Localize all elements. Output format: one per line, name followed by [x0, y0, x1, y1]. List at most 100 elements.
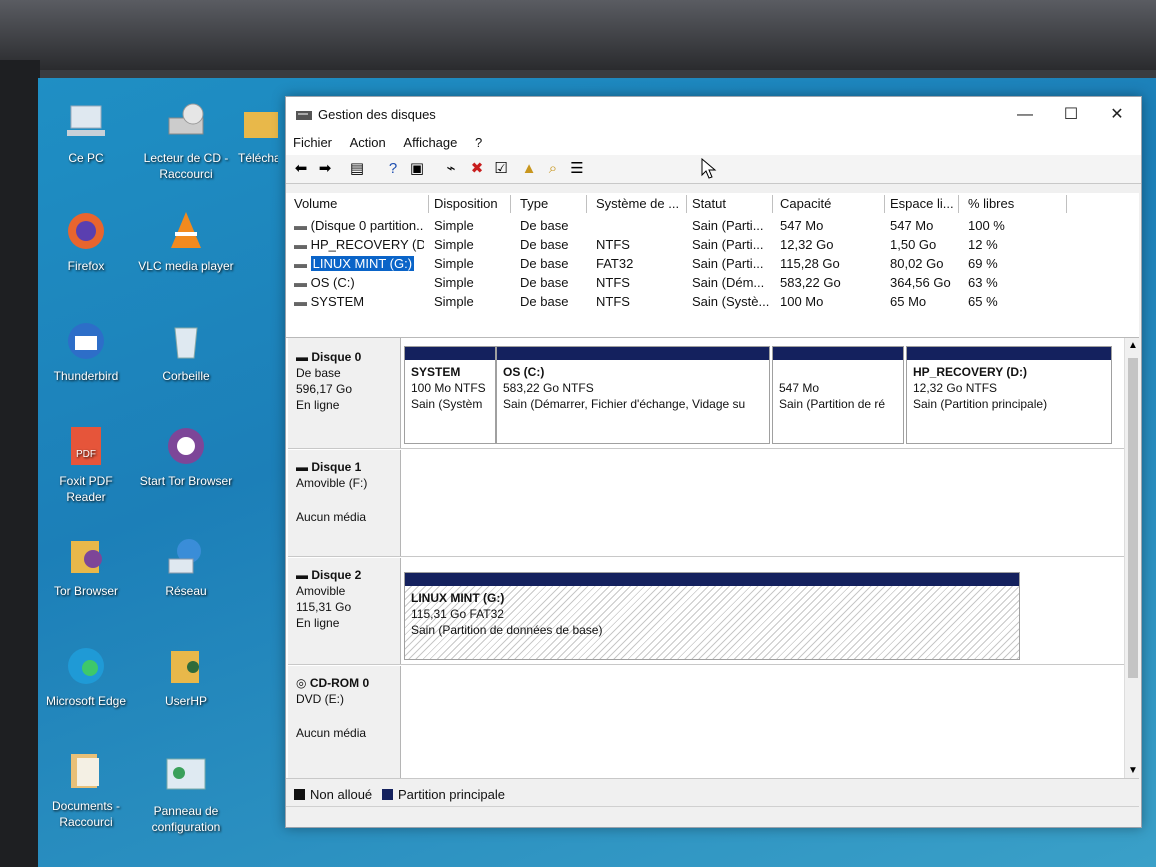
- search-folder-icon[interactable]: ⌕: [544, 160, 562, 178]
- volume-cell: 65 %: [968, 294, 998, 309]
- partition-bar: [497, 347, 769, 360]
- column-header-capacity[interactable]: Capacité: [776, 195, 885, 213]
- disk-management-window: Gestion des disques — ☐ ✕ Fichier Action…: [285, 96, 1142, 828]
- desktop-icon-foxit[interactable]: PDF Foxit PDF Reader: [38, 423, 134, 505]
- desktop-icon-tor-browser[interactable]: Tor Browser: [38, 533, 134, 599]
- column-header-volume[interactable]: Volume: [290, 195, 429, 213]
- volume-cell: 547 Mo: [890, 218, 934, 233]
- volume-row[interactable]: ▬ HP_RECOVERY (D:) Simple De base NTFS Sain …: [286, 235, 1139, 254]
- scroll-down-icon[interactable]: ▼: [1128, 765, 1138, 776]
- console-tree-icon[interactable]: ▤: [348, 160, 366, 178]
- volume-row[interactable]: ▬ (Disque 0 partition... Simple De base Sai…: [286, 216, 1139, 235]
- disk-0-label[interactable]: ▬ Disque 0 De base 596,17 Go En ligne: [288, 338, 401, 448]
- desktop-icon-edge[interactable]: Microsoft Edge: [38, 643, 134, 709]
- partition-status: Sain (Partition de ré: [779, 397, 886, 411]
- partition-os[interactable]: OS (C:) 583,22 Go NTFS Sain (Démarrer, F…: [496, 346, 770, 444]
- volume-cell: 547 Mo: [780, 218, 824, 233]
- title-bar[interactable]: Gestion des disques — ☐ ✕: [286, 97, 1141, 133]
- volume-cell: 65 Mo: [890, 294, 927, 309]
- column-header-disposition[interactable]: Disposition: [430, 195, 511, 213]
- menu-affichage[interactable]: Affichage: [396, 133, 464, 152]
- disk-type: DVD (E:): [296, 692, 344, 706]
- disk-size: 596,17 Go: [296, 382, 353, 396]
- cdrom-0-label[interactable]: ◎ CD-ROM 0 DVD (E:) Aucun média: [288, 666, 401, 778]
- help-icon[interactable]: ?: [384, 160, 402, 178]
- disk-1-label[interactable]: ▬ Disque 1 Amovible (F:) Aucun média: [288, 450, 401, 556]
- connect-icon[interactable]: ⌁: [442, 160, 460, 178]
- menu-fichier[interactable]: Fichier: [286, 133, 339, 152]
- window-title: Gestion des disques: [318, 107, 436, 122]
- legend-swatch: [382, 789, 393, 800]
- volume-name: ▬ OS (C:): [294, 273, 424, 292]
- thunderbird-icon: [68, 323, 104, 359]
- disk-2-label[interactable]: ▬ Disque 2 Amovible 115,31 Go En ligne: [288, 558, 401, 664]
- desktop-icon-label: Tor Browser: [53, 584, 118, 598]
- desktop-icon-firefox[interactable]: Firefox: [38, 208, 134, 274]
- minimize-button[interactable]: —: [1005, 103, 1045, 127]
- edge-icon: [68, 648, 104, 684]
- desktop-icon-recycle-bin[interactable]: Corbeille: [138, 318, 234, 384]
- desktop-icon-vlc[interactable]: VLC media player: [138, 208, 234, 274]
- cdrom-0-row: ◎ CD-ROM 0 DVD (E:) Aucun média: [288, 666, 1138, 778]
- partition-size: 115,31 Go FAT32: [411, 607, 504, 621]
- scroll-thumb[interactable]: [1128, 358, 1138, 678]
- vertical-scrollbar[interactable]: ▲ ▼: [1124, 338, 1141, 778]
- desktop-icon-documents[interactable]: Documents - Raccourci: [38, 748, 134, 830]
- volume-cell: De base: [520, 294, 569, 309]
- volume-cell: Sain (Parti...: [692, 237, 764, 252]
- desktop-icon-network[interactable]: Réseau: [138, 533, 234, 599]
- desktop-icon-start-tor[interactable]: Start Tor Browser: [138, 423, 234, 489]
- volume-cell: 12,32 Go: [780, 237, 834, 252]
- volume-cell: 63 %: [968, 275, 998, 290]
- desktop-icon-label: UserHP: [164, 694, 207, 708]
- menu-action[interactable]: Action: [343, 133, 393, 152]
- desktop-icon-this-pc[interactable]: Ce PC: [38, 100, 134, 166]
- disk-status: En ligne: [296, 616, 340, 630]
- volume-cell: Sain (Dém...: [692, 275, 765, 290]
- desktop-icon-label: Ce PC: [68, 151, 104, 165]
- desktop-icon-control-panel[interactable]: Panneau de configuration: [138, 753, 234, 835]
- volume-cell: 115,28 Go: [780, 256, 840, 271]
- desktop: Ce PC Lecteur de CD - Raccourci Téléchar…: [38, 78, 1156, 867]
- desktop-icon-label: Réseau: [165, 584, 207, 598]
- properties-icon[interactable]: ☑: [492, 160, 510, 178]
- partition-name: HP_RECOVERY (D:): [913, 365, 1028, 379]
- partition-unnamed[interactable]: 547 Mo Sain (Partition de ré: [772, 346, 904, 444]
- desktop-icon-cd-drive[interactable]: Lecteur de CD - Raccourci: [138, 100, 234, 182]
- column-header-filesystem[interactable]: Système de ...: [592, 195, 687, 213]
- menu-help[interactable]: ?: [468, 133, 489, 152]
- list-icon[interactable]: ☰: [568, 160, 586, 178]
- back-arrow-icon[interactable]: ⬅: [292, 160, 310, 178]
- forward-arrow-icon[interactable]: ➡: [316, 160, 334, 178]
- desktop-icon-downloads[interactable]: Téléchar: [238, 100, 278, 166]
- volume-drive-icon: ▬: [294, 256, 311, 271]
- network-icon: [168, 539, 201, 574]
- view-icon[interactable]: ▣: [408, 160, 426, 178]
- desktop-icon-thunderbird[interactable]: Thunderbird: [38, 318, 134, 384]
- volume-row[interactable]: ▬ SYSTEM Simple De base NTFS Sain (Systè... 1…: [286, 292, 1139, 311]
- desktop-icon-label: Thunderbird: [53, 369, 119, 383]
- column-header-free-space[interactable]: Espace li...: [886, 195, 959, 213]
- delete-icon[interactable]: ✖: [468, 160, 486, 178]
- volume-cell: FAT32: [596, 256, 634, 271]
- partition-size: 583,22 Go NTFS: [503, 381, 594, 395]
- volume-name: ▬ HP_RECOVERY (D:): [294, 235, 424, 254]
- volume-row[interactable]: ▬ LINUX MINT (G:) Simple De base FAT32 Sain …: [286, 254, 1139, 273]
- volume-row[interactable]: ▬ OS (C:) Simple De base NTFS Sain (Dém... 58…: [286, 273, 1139, 292]
- desktop-icon-userhp[interactable]: UserHP: [138, 643, 234, 709]
- column-header-percent-free[interactable]: % libres: [964, 195, 1067, 213]
- volume-cell: De base: [520, 237, 569, 252]
- tor-icon: [168, 428, 204, 464]
- legend-primary-partition: Partition principale: [382, 787, 505, 802]
- column-header-status[interactable]: Statut: [688, 195, 773, 213]
- close-button[interactable]: ✕: [1097, 103, 1137, 127]
- partition-system[interactable]: SYSTEM 100 Mo NTFS Sain (Systèm: [404, 346, 496, 444]
- partition-linux-mint[interactable]: LINUX MINT (G:) 115,31 Go FAT32 Sain (Pa…: [404, 572, 1020, 660]
- folder-up-icon[interactable]: ▲: [520, 160, 538, 178]
- column-header-type[interactable]: Type: [516, 195, 587, 213]
- maximize-button[interactable]: ☐: [1051, 103, 1091, 127]
- volume-drive-icon: ▬: [294, 218, 311, 233]
- partition-hp-recovery[interactable]: HP_RECOVERY (D:) 12,32 Go NTFS Sain (Par…: [906, 346, 1112, 444]
- disk-graphical-view: ▬ Disque 0 De base 596,17 Go En ligne SY…: [286, 338, 1139, 778]
- scroll-up-icon[interactable]: ▲: [1128, 340, 1138, 351]
